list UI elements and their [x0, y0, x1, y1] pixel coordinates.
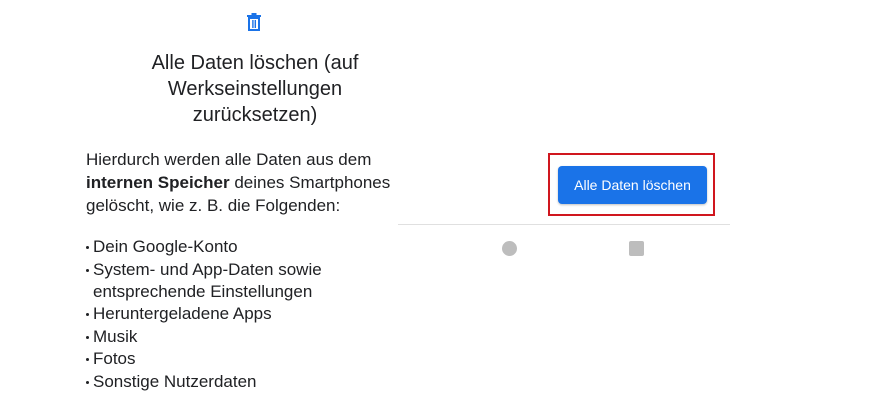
- list-item: Fotos: [86, 348, 322, 370]
- screen: Alle Daten löschen (auf Werkseinstellung…: [0, 0, 879, 400]
- data-items-list: Dein Google-Konto System- und App-Daten …: [86, 236, 322, 393]
- recents-square-icon[interactable]: [629, 241, 644, 256]
- description-rest: deines Smartphones: [229, 173, 391, 192]
- factory-reset-info-panel: Alle Daten löschen (auf Werkseinstellung…: [0, 0, 398, 400]
- description-bold: internen Speicher: [86, 173, 230, 192]
- list-item: Sonstige Nutzerdaten: [86, 371, 322, 393]
- list-item-line: entsprechende Einstellungen: [93, 281, 313, 301]
- dialog-title: Alle Daten löschen (auf Werkseinstellung…: [110, 50, 398, 128]
- action-panel: Alle Daten löschen: [398, 0, 730, 400]
- list-item-line: System- und App-Daten sowie: [93, 259, 322, 279]
- description-line: Hierdurch werden alle Daten aus dem: [86, 150, 372, 169]
- list-item: System- und App-Daten sowie entsprechende…: [86, 259, 322, 303]
- description-line: gelöscht, wie z. B. die Folgenden:: [86, 196, 341, 215]
- title-line: Werkseinstellungen: [167, 78, 343, 100]
- list-item: Heruntergeladene Apps: [86, 303, 322, 325]
- erase-all-data-button[interactable]: Alle Daten löschen: [558, 166, 707, 204]
- list-item: Musik: [86, 326, 322, 348]
- title-line: Alle Daten löschen (auf: [151, 52, 359, 74]
- trash-icon: [247, 13, 261, 31]
- divider: [398, 224, 730, 225]
- title-line: zurücksetzen): [192, 104, 318, 126]
- home-circle-icon[interactable]: [502, 241, 517, 256]
- dialog-description: Hierdurch werden alle Daten aus dem inte…: [86, 148, 398, 217]
- list-item: Dein Google-Konto: [86, 236, 322, 258]
- description-line: internen Speicher deines Smartphones: [86, 171, 398, 194]
